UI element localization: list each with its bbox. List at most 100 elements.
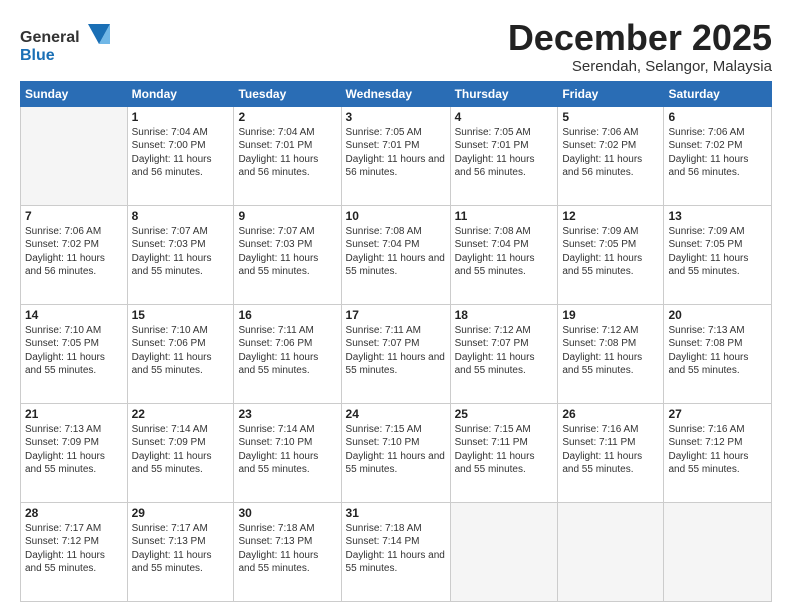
week-row-5: 28 Sunrise: 7:17 AMSunset: 7:12 PMDayligh… <box>21 502 772 601</box>
weekday-header-row: SundayMondayTuesdayWednesdayThursdayFrid… <box>21 81 772 106</box>
calendar-cell: 10 Sunrise: 7:08 AMSunset: 7:04 PMDayligh… <box>341 205 450 304</box>
calendar-cell: 11 Sunrise: 7:08 AMSunset: 7:04 PMDayligh… <box>450 205 558 304</box>
week-row-1: 1Sunrise: 7:04 AMSunset: 7:00 PMDaylight… <box>21 106 772 205</box>
calendar-cell: 17Sunrise: 7:11 AMSunset: 7:07 PMDayligh… <box>341 304 450 403</box>
calendar-cell <box>558 502 664 601</box>
day-number: 23 <box>238 407 336 421</box>
calendar-cell: 30Sunrise: 7:18 AMSunset: 7:13 PMDayligh… <box>234 502 341 601</box>
day-number: 6 <box>668 110 767 124</box>
day-number: 27 <box>668 407 767 421</box>
day-info: Sunrise: 7:13 AMSunset: 7:09 PMDaylight:… <box>25 423 123 477</box>
week-row-3: 14 Sunrise: 7:10 AMSunset: 7:05 PMDayligh… <box>21 304 772 403</box>
calendar-cell: 14 Sunrise: 7:10 AMSunset: 7:05 PMDayligh… <box>21 304 128 403</box>
day-number: 22 <box>132 407 230 421</box>
calendar-cell: 31 Sunrise: 7:18 AMSunset: 7:14 PMDayligh… <box>341 502 450 601</box>
day-info: Sunrise: 7:05 AMSunset: 7:01 PMDaylight:… <box>455 126 554 180</box>
svg-text:General: General <box>20 29 80 46</box>
calendar-cell: 29 Sunrise: 7:17 AMSunset: 7:13 PMDayligh… <box>127 502 234 601</box>
calendar-cell: 19 Sunrise: 7:12 AMSunset: 7:08 PMDayligh… <box>558 304 664 403</box>
calendar-cell: 6 Sunrise: 7:06 AMSunset: 7:02 PMDaylight… <box>664 106 772 205</box>
weekday-header-monday: Monday <box>127 81 234 106</box>
day-number: 5 <box>562 110 659 124</box>
calendar-cell: 28 Sunrise: 7:17 AMSunset: 7:12 PMDayligh… <box>21 502 128 601</box>
day-number: 8 <box>132 209 230 223</box>
day-number: 9 <box>238 209 336 223</box>
title-block: December 2025 Serendah, Selangor, Malays… <box>508 18 772 75</box>
calendar-cell: 15 Sunrise: 7:10 AMSunset: 7:06 PMDayligh… <box>127 304 234 403</box>
day-number: 14 <box>25 308 123 322</box>
calendar-cell: 5Sunrise: 7:06 AMSunset: 7:02 PMDaylight… <box>558 106 664 205</box>
day-info: Sunrise: 7:18 AMSunset: 7:14 PMDaylight:… <box>346 522 446 576</box>
day-number: 16 <box>238 308 336 322</box>
calendar-cell <box>450 502 558 601</box>
calendar-cell: 13 Sunrise: 7:09 AMSunset: 7:05 PMDayligh… <box>664 205 772 304</box>
day-number: 26 <box>562 407 659 421</box>
day-info: Sunrise: 7:08 AMSunset: 7:04 PMDaylight:… <box>346 225 446 279</box>
day-number: 20 <box>668 308 767 322</box>
svg-text:Blue: Blue <box>20 47 55 64</box>
calendar-cell: 2 Sunrise: 7:04 AMSunset: 7:01 PMDaylight… <box>234 106 341 205</box>
calendar-cell: 9 Sunrise: 7:07 AMSunset: 7:03 PMDaylight… <box>234 205 341 304</box>
day-number: 25 <box>455 407 554 421</box>
day-info: Sunrise: 7:17 AMSunset: 7:13 PMDaylight:… <box>132 522 230 576</box>
location-subtitle: Serendah, Selangor, Malaysia <box>508 58 772 75</box>
calendar-cell: 16 Sunrise: 7:11 AMSunset: 7:06 PMDayligh… <box>234 304 341 403</box>
day-info: Sunrise: 7:10 AMSunset: 7:05 PMDaylight:… <box>25 324 123 378</box>
day-info: Sunrise: 7:09 AMSunset: 7:05 PMDaylight:… <box>562 225 659 279</box>
day-number: 29 <box>132 506 230 520</box>
day-number: 11 <box>455 209 554 223</box>
day-number: 31 <box>346 506 446 520</box>
day-info: Sunrise: 7:16 AMSunset: 7:12 PMDaylight:… <box>668 423 767 477</box>
day-info: Sunrise: 7:08 AMSunset: 7:04 PMDaylight:… <box>455 225 554 279</box>
day-number: 15 <box>132 308 230 322</box>
weekday-header-tuesday: Tuesday <box>234 81 341 106</box>
day-info: Sunrise: 7:04 AMSunset: 7:01 PMDaylight:… <box>238 126 336 180</box>
day-number: 2 <box>238 110 336 124</box>
day-info: Sunrise: 7:17 AMSunset: 7:12 PMDaylight:… <box>25 522 123 576</box>
calendar-cell: 20 Sunrise: 7:13 AMSunset: 7:08 PMDayligh… <box>664 304 772 403</box>
day-info: Sunrise: 7:14 AMSunset: 7:09 PMDaylight:… <box>132 423 230 477</box>
weekday-header-sunday: Sunday <box>21 81 128 106</box>
logo: General Blue <box>20 22 110 73</box>
day-info: Sunrise: 7:07 AMSunset: 7:03 PMDaylight:… <box>132 225 230 279</box>
weekday-header-friday: Friday <box>558 81 664 106</box>
day-info: Sunrise: 7:18 AMSunset: 7:13 PMDaylight:… <box>238 522 336 576</box>
calendar-cell: 7 Sunrise: 7:06 AMSunset: 7:02 PMDaylight… <box>21 205 128 304</box>
day-info: Sunrise: 7:11 AMSunset: 7:06 PMDaylight:… <box>238 324 336 378</box>
day-number: 10 <box>346 209 446 223</box>
calendar-cell: 3 Sunrise: 7:05 AMSunset: 7:01 PMDaylight… <box>341 106 450 205</box>
day-number: 19 <box>562 308 659 322</box>
day-number: 28 <box>25 506 123 520</box>
day-number: 7 <box>25 209 123 223</box>
day-info: Sunrise: 7:11 AMSunset: 7:07 PMDaylight:… <box>346 324 446 378</box>
calendar-cell: 21Sunrise: 7:13 AMSunset: 7:09 PMDayligh… <box>21 403 128 502</box>
day-info: Sunrise: 7:12 AMSunset: 7:08 PMDaylight:… <box>562 324 659 378</box>
day-number: 24 <box>346 407 446 421</box>
week-row-4: 21Sunrise: 7:13 AMSunset: 7:09 PMDayligh… <box>21 403 772 502</box>
day-info: Sunrise: 7:06 AMSunset: 7:02 PMDaylight:… <box>25 225 123 279</box>
day-info: Sunrise: 7:16 AMSunset: 7:11 PMDaylight:… <box>562 423 659 477</box>
day-number: 3 <box>346 110 446 124</box>
day-info: Sunrise: 7:10 AMSunset: 7:06 PMDaylight:… <box>132 324 230 378</box>
calendar-cell: 4Sunrise: 7:05 AMSunset: 7:01 PMDaylight… <box>450 106 558 205</box>
day-info: Sunrise: 7:07 AMSunset: 7:03 PMDaylight:… <box>238 225 336 279</box>
day-info: Sunrise: 7:09 AMSunset: 7:05 PMDaylight:… <box>668 225 767 279</box>
day-info: Sunrise: 7:06 AMSunset: 7:02 PMDaylight:… <box>668 126 767 180</box>
weekday-header-saturday: Saturday <box>664 81 772 106</box>
weekday-header-thursday: Thursday <box>450 81 558 106</box>
day-number: 13 <box>668 209 767 223</box>
month-title: December 2025 <box>508 18 772 58</box>
weekday-header-wednesday: Wednesday <box>341 81 450 106</box>
calendar-cell: 27 Sunrise: 7:16 AMSunset: 7:12 PMDayligh… <box>664 403 772 502</box>
calendar-cell <box>21 106 128 205</box>
day-info: Sunrise: 7:15 AMSunset: 7:10 PMDaylight:… <box>346 423 446 477</box>
header: General Blue December 2025 Serendah, Sel… <box>20 18 772 75</box>
calendar-cell: 1Sunrise: 7:04 AMSunset: 7:00 PMDaylight… <box>127 106 234 205</box>
week-row-2: 7 Sunrise: 7:06 AMSunset: 7:02 PMDaylight… <box>21 205 772 304</box>
calendar-cell: 8 Sunrise: 7:07 AMSunset: 7:03 PMDaylight… <box>127 205 234 304</box>
day-info: Sunrise: 7:13 AMSunset: 7:08 PMDaylight:… <box>668 324 767 378</box>
day-info: Sunrise: 7:04 AMSunset: 7:00 PMDaylight:… <box>132 126 230 180</box>
calendar-cell: 12Sunrise: 7:09 AMSunset: 7:05 PMDayligh… <box>558 205 664 304</box>
day-info: Sunrise: 7:05 AMSunset: 7:01 PMDaylight:… <box>346 126 446 180</box>
calendar-cell: 25Sunrise: 7:15 AMSunset: 7:11 PMDayligh… <box>450 403 558 502</box>
